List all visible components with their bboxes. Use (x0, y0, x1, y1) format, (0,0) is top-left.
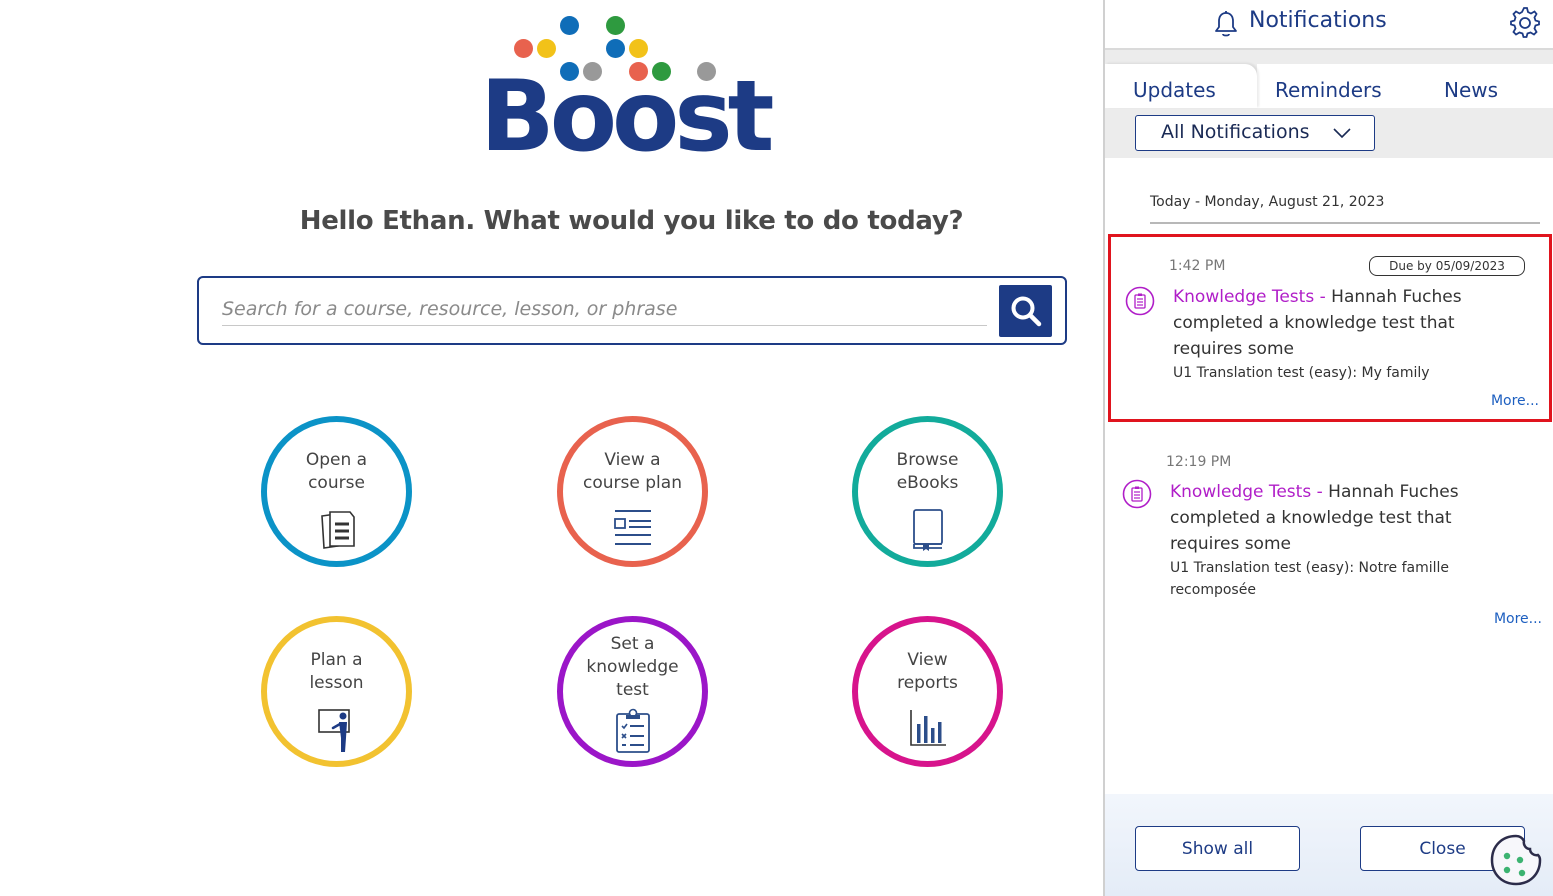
course-plan-icon (613, 510, 651, 545)
search-button[interactable] (999, 285, 1052, 337)
notification-list: Today - Monday, August 21, 2023 1:42 PM … (1105, 158, 1553, 794)
notification-filter-dropdown[interactable]: All Notifications (1135, 115, 1375, 151)
greeting-heading: Hello Ethan. What would you like to do t… (299, 206, 964, 236)
date-header: Today - Monday, August 21, 2023 (1150, 194, 1385, 210)
chevron-down-icon (1333, 128, 1351, 139)
panel-footer: Show all Close (1105, 794, 1553, 896)
tile-label: Browse eBooks (896, 450, 959, 493)
tab-updates[interactable]: Updates (1133, 78, 1216, 102)
notification-message: Knowledge Tests - Hannah Fuches complete… (1170, 479, 1510, 557)
tab-news[interactable]: News (1444, 78, 1498, 102)
logo-dot (629, 39, 648, 58)
logo-dot (537, 39, 556, 58)
tab-reminders[interactable]: Reminders (1275, 78, 1382, 102)
show-all-button[interactable]: Show all (1135, 826, 1300, 871)
more-link[interactable]: More... (1494, 611, 1542, 627)
due-date-badge: Due by 05/09/2023 (1369, 256, 1525, 276)
view-course-plan-tile[interactable]: View a course plan (557, 416, 708, 567)
tile-label: View a course plan (583, 450, 682, 493)
browse-ebooks-tile[interactable]: Browse eBooks (852, 416, 1003, 567)
boost-logo: Boost (480, 14, 784, 174)
notification-time: 1:42 PM (1169, 258, 1226, 274)
divider (1150, 222, 1540, 224)
cookie-settings-icon[interactable] (1490, 834, 1542, 886)
search-icon (1011, 296, 1042, 327)
ebook-icon (912, 509, 943, 551)
bell-icon (1215, 11, 1237, 37)
gear-icon[interactable] (1509, 7, 1541, 39)
category-separator: - (1311, 482, 1329, 502)
notification-detail: U1 Translation test (easy): Notre famill… (1170, 560, 1450, 598)
teacher-board-icon (317, 709, 350, 752)
tile-label: Open a course (305, 450, 368, 493)
notification-category[interactable]: Knowledge Tests (1173, 287, 1314, 307)
logo-wordmark: Boost (480, 60, 775, 174)
bar-chart-icon (909, 710, 946, 746)
notification-detail: U1 Translation test (easy): My family (1173, 365, 1430, 381)
notification-message: Knowledge Tests - Hannah Fuches complete… (1173, 284, 1513, 362)
tile-label: Set a knowledge test (586, 634, 679, 700)
filter-selected-value: All Notifications (1161, 121, 1310, 143)
logo-dot (514, 39, 533, 58)
panel-title: Notifications (1249, 8, 1387, 33)
search-input[interactable] (222, 293, 987, 326)
set-knowledge-test-tile[interactable]: Set a knowledge test (557, 616, 708, 767)
panel-header: Notifications (1105, 0, 1553, 50)
documents-icon (320, 511, 355, 549)
knowledge-test-icon (1122, 479, 1152, 509)
plan-lesson-tile[interactable]: Plan a lesson (261, 616, 412, 767)
search-bar (197, 276, 1067, 345)
notification-item[interactable]: 12:19 PM Knowledge Tests - Hannah Fuches… (1108, 434, 1552, 634)
notifications-panel: Notifications Updates Reminders News All… (1103, 0, 1553, 896)
logo-dot (606, 16, 625, 35)
category-separator: - (1314, 287, 1332, 307)
logo-dot (606, 39, 625, 58)
more-link[interactable]: More... (1491, 393, 1539, 409)
notification-time: 12:19 PM (1166, 454, 1232, 470)
view-reports-tile[interactable]: View reports (852, 616, 1003, 767)
tile-label: Plan a lesson (309, 650, 364, 693)
clipboard-checklist-icon (615, 708, 650, 753)
open-course-tile[interactable]: Open a course (261, 416, 412, 567)
tile-label: View reports (897, 650, 958, 693)
logo-dot (560, 16, 579, 35)
knowledge-test-icon (1125, 286, 1155, 316)
notification-item[interactable]: 1:42 PM Due by 05/09/2023 Knowledge Test… (1108, 234, 1552, 422)
notification-category[interactable]: Knowledge Tests (1170, 482, 1311, 502)
